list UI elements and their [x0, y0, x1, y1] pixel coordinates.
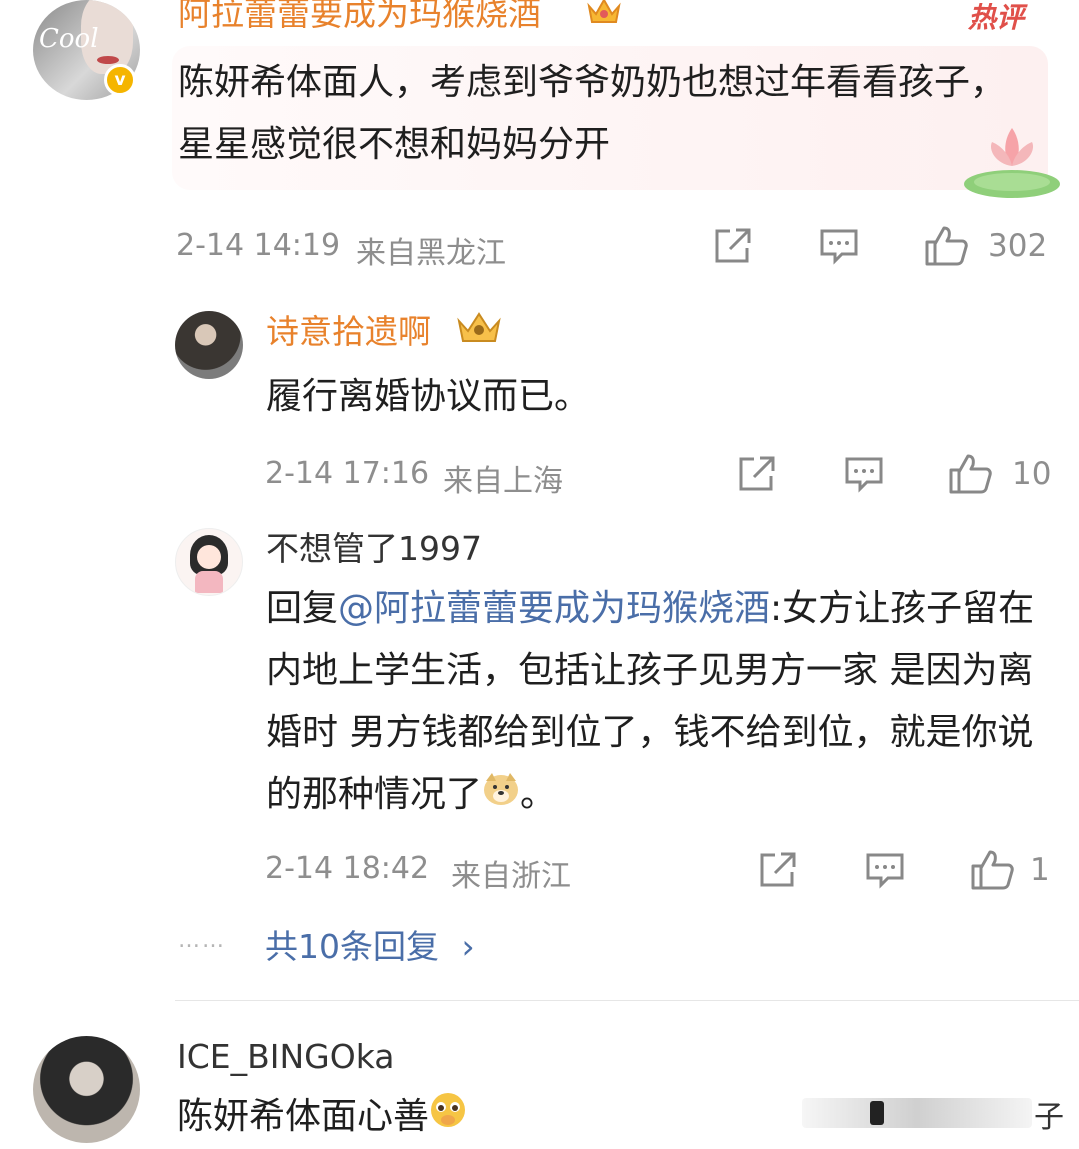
- lotus-decoration-icon: [962, 120, 1062, 204]
- username[interactable]: 阿拉蕾蕾要成为玛猴烧酒: [178, 0, 541, 34]
- share-icon[interactable]: [757, 850, 799, 894]
- reply-mention-link[interactable]: @阿拉蕾蕾要成为玛猴烧酒: [338, 588, 770, 629]
- blurred-overlay: [802, 1098, 1032, 1128]
- verified-badge-icon: v: [104, 64, 136, 96]
- comment-icon[interactable]: [864, 850, 906, 894]
- username[interactable]: ICE_BINGOka: [177, 1035, 394, 1079]
- more-replies-link[interactable]: 共10条回复 ›: [265, 920, 475, 968]
- avatar[interactable]: [33, 1036, 140, 1143]
- comment-icon[interactable]: [818, 226, 860, 270]
- avatar-face: [197, 545, 221, 569]
- comment-location: 来自浙江: [451, 859, 571, 894]
- avatar-overlay-text: Cool: [39, 24, 99, 54]
- username[interactable]: 不想管了1997: [266, 527, 482, 571]
- avatar-lips: [97, 56, 119, 64]
- reply-prefix: 回复: [266, 588, 339, 629]
- chevron-right-icon: ›: [461, 927, 475, 966]
- divider: [175, 1000, 1079, 1001]
- comment-location: 来自黑龙江: [356, 236, 506, 271]
- comment-text: 履行离婚协议而已。: [266, 376, 591, 417]
- avatar[interactable]: [175, 311, 243, 379]
- blurred-mark: [870, 1101, 884, 1125]
- share-icon[interactable]: [736, 454, 778, 498]
- comment-text: 回复@阿拉蕾蕾要成为玛猴烧酒:女方让孩子留在内地上学生活，包括让孩子见男方一家 …: [266, 578, 1046, 827]
- like-count: 10: [1012, 456, 1052, 492]
- comment-text: 陈妍希体面心善: [177, 1086, 467, 1149]
- comment-time: 2-14 14:19: [176, 228, 341, 263]
- hot-badge: 热评: [968, 1, 1025, 34]
- comment-time: 2-14 18:42: [265, 851, 430, 886]
- trailing-char: 子: [1034, 1100, 1064, 1135]
- like-icon[interactable]: [968, 846, 1016, 896]
- doge-emoji-icon: [482, 765, 520, 827]
- comment-text: 陈妍希体面人，考虑到爷爷奶奶也想过年看看孩子，星星感觉很不想和妈妈分开: [178, 62, 1007, 165]
- comment-text-content: 陈妍希体面心善: [177, 1096, 430, 1137]
- username[interactable]: 诗意拾遗啊: [266, 310, 431, 354]
- more-replies-label: 共10条回复: [265, 927, 439, 966]
- avatar[interactable]: [175, 528, 243, 596]
- comment-time: 2-14 17:16: [265, 456, 430, 491]
- like-icon[interactable]: [922, 222, 970, 272]
- like-count: 302: [988, 228, 1048, 264]
- crown-badge-icon: [455, 309, 503, 351]
- comment-location: 来自上海: [443, 464, 563, 499]
- reply-text-end: 。: [520, 774, 557, 815]
- more-replies-dots: ……: [178, 928, 226, 953]
- comment-icon[interactable]: [843, 454, 885, 498]
- like-icon[interactable]: [946, 450, 994, 500]
- like-count: 1: [1030, 852, 1050, 888]
- pleading-emoji-icon: [429, 1087, 467, 1149]
- crown-badge-icon: [586, 0, 622, 30]
- avatar-body: [195, 571, 223, 593]
- share-icon[interactable]: [712, 226, 754, 270]
